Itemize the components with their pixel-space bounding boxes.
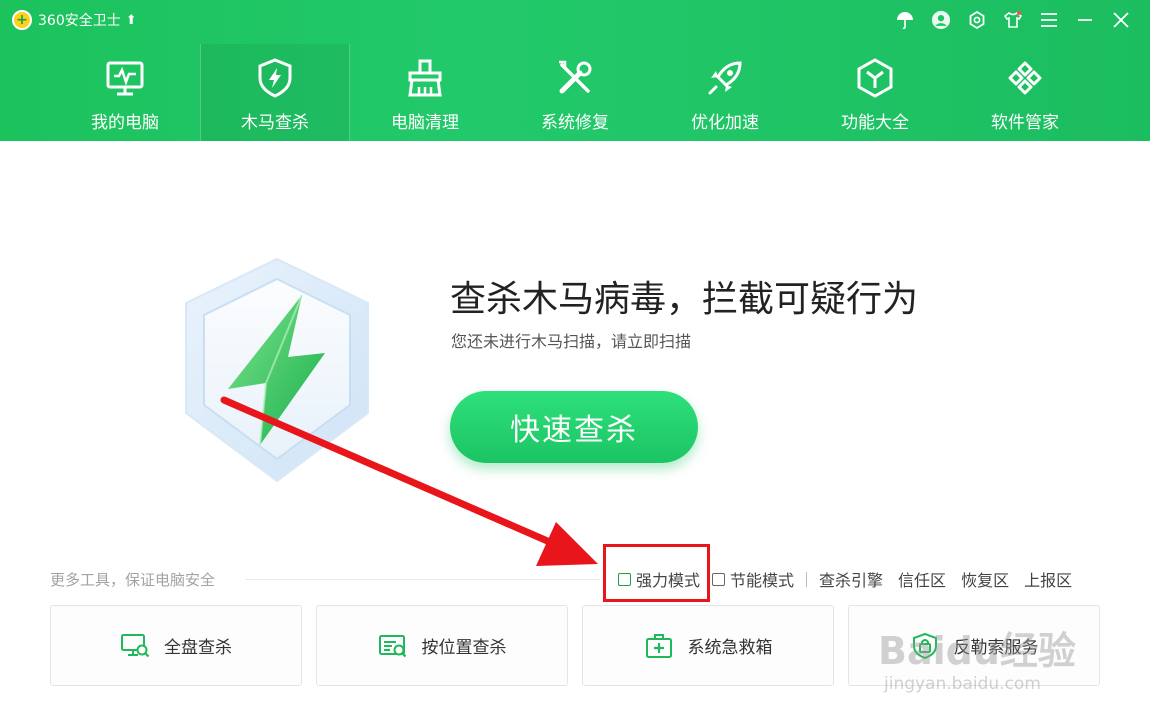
red-highlight-annotation <box>603 544 710 602</box>
nav-speedup[interactable]: 优化加速 <box>650 44 800 141</box>
nav-label: 电脑清理 <box>391 113 459 133</box>
link-scan-engine[interactable]: 查杀引擎 <box>819 567 883 591</box>
skin-shirt-icon[interactable] <box>1002 9 1024 31</box>
tool-card-full-scan[interactable]: 全盘查杀 <box>50 605 302 686</box>
settings-gear-icon[interactable] <box>966 9 988 31</box>
shield-lightning-illustration <box>185 257 369 483</box>
eco-mode-checkbox[interactable] <box>712 572 726 586</box>
quick-scan-button[interactable]: 快速查杀 <box>450 391 698 463</box>
hero-headline: 查杀木马病毒，拦截可疑行为 <box>450 279 919 320</box>
tool-card-label: 按位置查杀 <box>421 638 507 658</box>
nav-label: 功能大全 <box>841 113 909 133</box>
nav-cleanup[interactable]: 电脑清理 <box>350 44 500 141</box>
baidu-watermark: Baidu经验 jingyan.baidu.com <box>878 620 1098 715</box>
nav-trojan-scan[interactable]: 木马查杀 <box>200 44 350 141</box>
rocket-icon <box>703 56 747 100</box>
watermark-url: jingyan.baidu.com <box>884 674 1041 694</box>
link-report-zone[interactable]: 上报区 <box>1024 567 1072 591</box>
eco-mode-option[interactable]: 节能模式 <box>712 567 794 591</box>
folder-search-icon <box>378 631 408 661</box>
top-header: + 360安全卫士 ⬆ 我的电脑 木马查杀 电脑清理 系统修复 优化加速 功能大… <box>0 0 1150 141</box>
title-bar: + 360安全卫士 ⬆ <box>0 0 1150 42</box>
app-logo[interactable]: + 360安全卫士 ⬆ <box>12 10 137 30</box>
nav-software-manager[interactable]: 软件管家 <box>950 44 1100 141</box>
window-controls <box>894 9 1132 31</box>
nav-my-computer[interactable]: 我的电脑 <box>50 44 200 141</box>
upgrade-arrow-icon[interactable]: ⬆ <box>126 13 137 28</box>
shield-bolt-icon <box>253 56 297 100</box>
tool-card-label: 全盘查杀 <box>164 638 232 658</box>
umbrella-icon[interactable] <box>894 9 916 31</box>
tool-card-location-scan[interactable]: 按位置查杀 <box>316 605 568 686</box>
divider <box>245 579 600 580</box>
nav-label: 木马查杀 <box>241 113 309 133</box>
link-trust-zone[interactable]: 信任区 <box>898 567 946 591</box>
user-avatar-icon[interactable] <box>930 9 952 31</box>
scan-status-text: 您还未进行木马扫描，请立即扫描 <box>451 332 692 351</box>
grid-flower-icon <box>1003 56 1047 100</box>
first-aid-kit-icon <box>644 631 674 661</box>
options-separator <box>806 571 808 587</box>
nav-label: 软件管家 <box>991 113 1059 133</box>
nav-label: 系统修复 <box>541 113 609 133</box>
monitor-search-icon <box>120 631 150 661</box>
app-title: 360安全卫士 <box>38 13 121 29</box>
nav-label: 我的电脑 <box>91 113 159 133</box>
hexagon-icon <box>853 56 897 100</box>
minimize-icon[interactable] <box>1074 9 1096 31</box>
nav-all-features[interactable]: 功能大全 <box>800 44 950 141</box>
close-icon[interactable] <box>1110 9 1132 31</box>
tools-icon <box>553 56 597 100</box>
tool-card-label: 系统急救箱 <box>687 638 773 658</box>
eco-mode-label: 节能模式 <box>730 571 795 590</box>
nav-system-repair[interactable]: 系统修复 <box>500 44 650 141</box>
nav-label: 优化加速 <box>691 113 759 133</box>
broom-icon <box>403 56 447 100</box>
menu-icon[interactable] <box>1038 9 1060 31</box>
main-nav: 我的电脑 木马查杀 电脑清理 系统修复 优化加速 功能大全 软件管家 <box>50 44 1100 141</box>
link-restore-zone[interactable]: 恢复区 <box>961 567 1009 591</box>
tool-card-first-aid[interactable]: 系统急救箱 <box>582 605 834 686</box>
watermark-brand: Baidu经验 <box>878 629 1076 673</box>
monitor-icon <box>103 56 147 100</box>
more-tools-caption: 更多工具，保证电脑安全 <box>50 571 216 589</box>
plus-logo-icon: + <box>12 10 32 30</box>
